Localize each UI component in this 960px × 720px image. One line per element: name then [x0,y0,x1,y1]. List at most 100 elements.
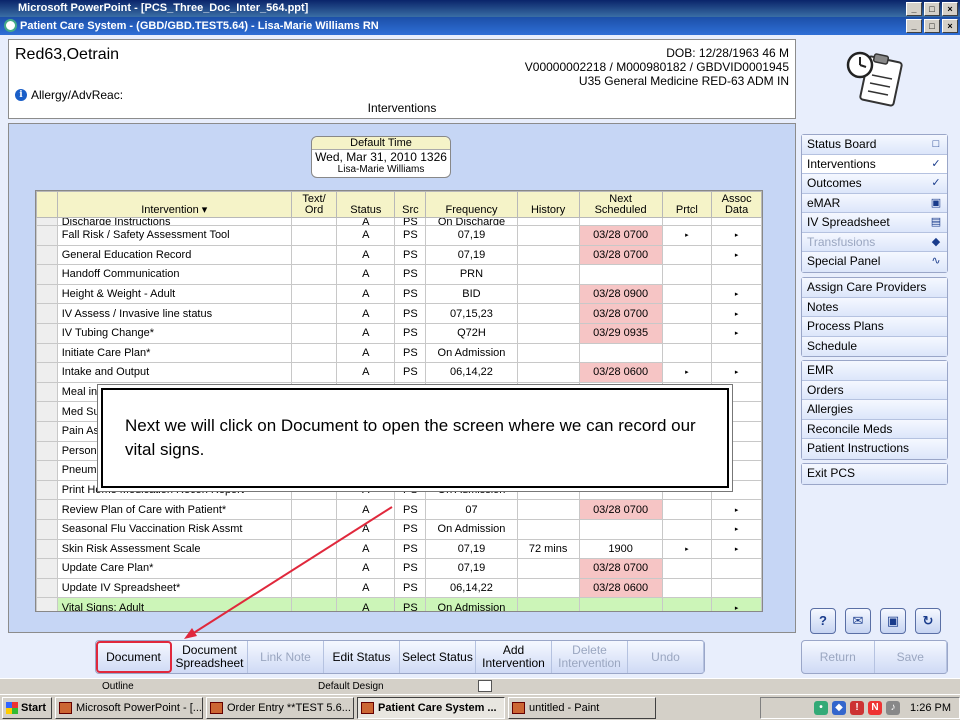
nav-item-special-panel[interactable]: Special Panel ∿ [802,252,947,272]
table-row[interactable]: Review Plan of Care with Patient* A PS 07 03… [36,499,762,520]
assoc-data-cell[interactable]: ▸ [711,518,762,540]
prtcl-cell[interactable] [661,303,713,324]
select-status-button[interactable]: Select Status [400,641,476,673]
header-frequency[interactable]: Frequency [425,191,518,218]
prtcl-cell[interactable] [661,264,713,285]
table-row[interactable]: IV Tubing Change* A PS Q72H 03/29 0935 ▸ [36,322,762,344]
prtcl-cell[interactable] [661,518,713,540]
assoc-data-cell[interactable]: ▸ [711,225,762,246]
prtcl-cell[interactable]: ▸ [661,362,713,383]
table-row[interactable]: Vital Signs: Adult A PS On Admission ▸ [36,597,762,611]
status-outline[interactable]: Outline [102,679,134,694]
help-icon[interactable]: ? [810,608,836,634]
prtcl-cell[interactable] [661,499,713,520]
minimize-icon[interactable]: _ [906,2,922,16]
maximize-icon[interactable]: □ [924,2,940,16]
table-row[interactable]: Skin Risk Assessment Scale A PS 07,19 72 min… [36,538,762,560]
spell-check-icon[interactable] [478,680,492,692]
prtcl-cell[interactable]: ▸ [661,538,713,560]
assoc-data-cell[interactable] [711,577,762,599]
mail-icon[interactable]: ✉ [845,608,871,634]
taskbar-item[interactable]: Patient Care System ... [357,696,505,719]
header-history[interactable]: History [516,191,580,218]
table-row[interactable]: Seasonal Flu Vaccination Risk Assmt A PS On… [36,518,762,540]
nav-item-iv-spreadsheet[interactable]: IV Spreadsheet ▤ [802,213,947,233]
nav-item-notes[interactable]: Notes [802,297,947,317]
tray-alert-icon[interactable]: ! [850,700,865,715]
assoc-data-cell[interactable]: ▸ [711,499,762,520]
table-row[interactable]: Height & Weight - Adult A PS BID 03/28 0900 ▸ [36,283,762,305]
prtcl-cell[interactable] [661,577,713,599]
assoc-data-cell[interactable]: ▸ [711,538,762,560]
prtcl-cell[interactable] [661,558,713,579]
nav-item-patient-instructions[interactable]: Patient Instructions [802,439,947,459]
document-spreadsheet-button[interactable]: Document Spreadsheet [172,641,248,673]
tray-network-icon[interactable]: • [814,700,829,715]
assoc-data-cell[interactable]: ▸ [711,283,762,305]
tray-volume-icon[interactable]: ♪ [886,700,901,715]
maximize-icon[interactable]: □ [924,19,940,33]
prtcl-cell[interactable]: ▸ [661,225,713,246]
taskbar-item[interactable]: Microsoft PowerPoint - [... [55,696,203,719]
assoc-data-cell[interactable] [711,264,762,285]
taskbar-item[interactable]: untitled - Paint [508,696,656,719]
nav-item-reconcile-meds[interactable]: Reconcile Meds [802,419,947,439]
tray-n-icon[interactable]: N [868,700,883,715]
patient-demographics: DOB: 12/28/1963 46 M V00000002218 / M000… [525,46,789,88]
assoc-data-cell[interactable] [711,558,762,579]
header-prtcl[interactable]: Prtcl [661,191,713,218]
nav-item-exit-pcs[interactable]: Exit PCS [802,464,947,484]
nav-item-assign-care-providers[interactable]: Assign Care Providers [802,278,947,298]
nav-item-emr[interactable]: EMR [802,361,947,381]
header-src[interactable]: Src [394,191,427,218]
document-button[interactable]: Document [96,641,172,673]
patient-ids: V00000002218 / M000980182 / GBDVID000194… [524,60,789,74]
header-assoc-data[interactable]: Assoc Data [711,191,762,218]
nav-item-process-plans[interactable]: Process Plans [802,317,947,337]
table-row[interactable]: Intake and Output A PS 06,14,22 03/28 0600 ▸ ▸ [36,362,762,383]
allergy-row[interactable]: i Allergy/AdvReac: [15,88,123,102]
assoc-data-cell[interactable]: ▸ [711,362,762,383]
table-row[interactable]: Handoff Communication A PS PRN [36,264,762,285]
table-row[interactable]: Initiate Care Plan* A PS On Admission [36,342,762,364]
nav-item-orders[interactable]: Orders [802,380,947,400]
close-icon[interactable]: × [942,19,958,33]
close-icon[interactable]: × [942,2,958,16]
prtcl-cell[interactable] [661,244,713,266]
nav-item-allergies[interactable]: Allergies [802,400,947,420]
assoc-data-cell[interactable]: ▸ [711,597,762,611]
add-intervention-button[interactable]: Add Intervention [476,641,552,673]
prtcl-cell[interactable] [661,597,713,611]
taskbar-item[interactable]: Order Entry **TEST 5.6... [206,696,354,719]
lock-icon[interactable]: ▣ [880,608,906,634]
table-row[interactable]: General Education Record A PS 07,19 03/28 07… [36,244,762,266]
table-row-partial[interactable]: Discharge Instructions A PS On Discharge [36,217,762,226]
table-row[interactable]: Fall Risk / Safety Assessment Tool A PS 07,… [36,225,762,246]
nav-item-outcomes[interactable]: Outcomes ✓ [802,174,947,194]
refresh-icon[interactable]: ↻ [915,608,941,634]
assoc-data-cell[interactable]: ▸ [711,322,762,344]
assoc-data-cell[interactable] [711,342,762,364]
header-intervention[interactable]: Intervention ▾ [56,191,292,218]
header-next-scheduled[interactable]: Next Scheduled [578,191,663,218]
table-row[interactable]: IV Assess / Invasive line status A PS 07,15… [36,303,762,324]
table-row[interactable]: Update Care Plan* A PS 07,19 03/28 0700 [36,558,762,579]
interventions-panel: Default Time Wed, Mar 31, 2010 1326 Lisa… [8,123,796,633]
table-row[interactable]: Update IV Spreadsheet* A PS 06,14,22 03/28 0… [36,577,762,599]
start-button[interactable]: Start [2,696,52,719]
prtcl-cell[interactable] [661,322,713,344]
tray-shield-icon[interactable]: ◆ [832,700,847,715]
nav-item-status-board[interactable]: Status Board □ [802,135,947,155]
edit-status-button[interactable]: Edit Status [324,641,400,673]
default-time-box[interactable]: Default Time Wed, Mar 31, 2010 1326 Lisa… [311,136,451,178]
prtcl-cell[interactable] [661,342,713,364]
minimize-icon[interactable]: _ [906,19,922,33]
nav-item-schedule[interactable]: Schedule [802,336,947,356]
header-text-ord[interactable]: Text/Ord [290,191,338,218]
header-status[interactable]: Status [336,191,396,218]
assoc-data-cell[interactable]: ▸ [711,244,762,266]
assoc-data-cell[interactable]: ▸ [711,303,762,324]
prtcl-cell[interactable] [661,283,713,305]
nav-item-emar[interactable]: eMAR ▣ [802,193,947,213]
nav-item-interventions[interactable]: Interventions ✓ [802,154,947,174]
